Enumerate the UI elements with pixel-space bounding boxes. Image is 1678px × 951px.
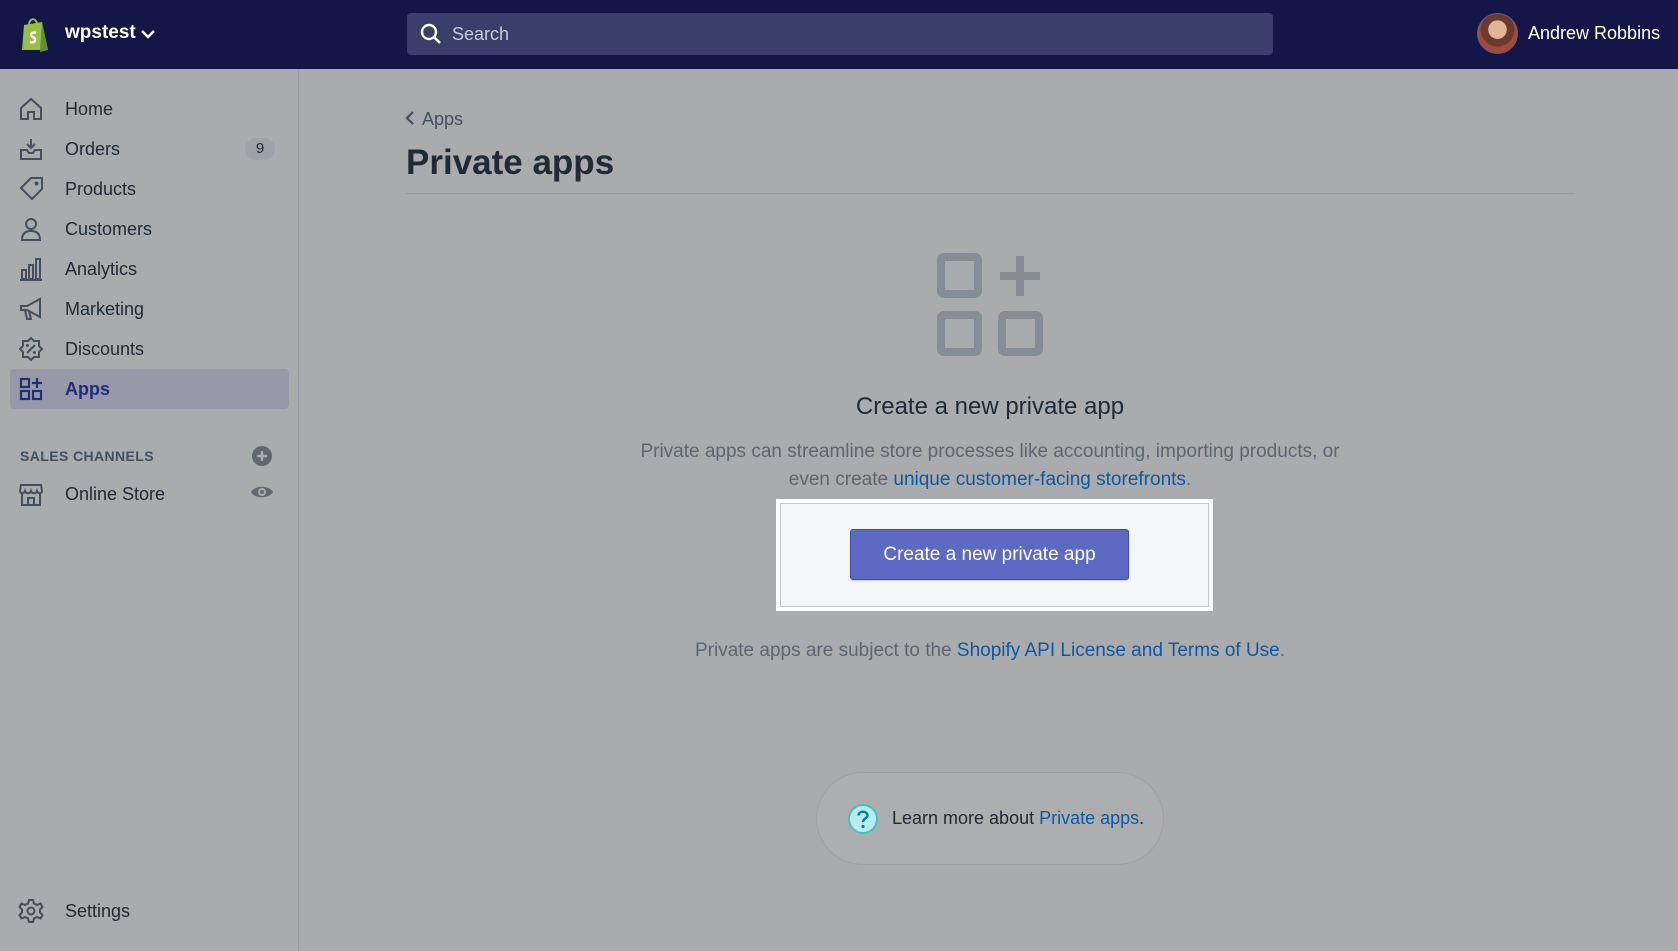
sidebar-item-products[interactable]: Products	[10, 169, 289, 209]
sidebar-item-label: Apps	[65, 379, 110, 399]
sidebar-item-label: Discounts	[65, 339, 145, 359]
sidebar-item-settings[interactable]: Settings	[10, 891, 289, 931]
terms-notice: Private apps are subject to the Shopify …	[600, 640, 1380, 662]
storefronts-link[interactable]: unique customer-facing storefronts	[893, 469, 1186, 490]
search-icon	[420, 23, 441, 44]
empty-state-description: Private apps can streamline store proces…	[620, 438, 1360, 494]
apps-illustration-icon	[937, 253, 1043, 356]
person-icon	[20, 218, 42, 241]
sidebar-item-orders[interactable]: Orders 9	[10, 129, 289, 169]
sidebar-item-label: Online Store	[65, 484, 166, 504]
sidebar-item-label: Marketing	[65, 299, 145, 319]
help-text: Learn more about Private apps.	[892, 808, 1144, 829]
sidebar-item-home[interactable]: Home	[10, 89, 289, 129]
sidebar-item-analytics[interactable]: Analytics	[10, 249, 289, 289]
store-name[interactable]: wpstest	[65, 22, 136, 44]
sidebar-item-label: Home	[65, 99, 114, 119]
search-input[interactable]	[452, 13, 1252, 55]
sales-channels-heading: SALES CHANNELS	[20, 448, 154, 464]
megaphone-icon	[20, 297, 41, 320]
bar-chart-icon	[20, 258, 42, 281]
sidebar-item-customers[interactable]: Customers	[10, 209, 289, 249]
chevron-left-icon	[405, 111, 414, 125]
help-suffix: .	[1139, 808, 1145, 828]
question-circle-icon	[848, 804, 878, 834]
page-title: Private apps	[406, 143, 615, 182]
empty-state-heading: Create a new private app	[855, 393, 1125, 420]
empty-state-suffix: .	[1185, 469, 1192, 490]
private-apps-help-link[interactable]: Private apps	[1039, 808, 1139, 828]
create-private-app-button[interactable]: Create a new private app	[850, 529, 1129, 580]
top-bar: wpstest Andrew Robbins	[0, 0, 1678, 69]
store-icon	[18, 484, 44, 506]
sidebar-item-label: Analytics	[65, 259, 138, 279]
orders-icon	[20, 139, 42, 160]
sidebar-item-discounts[interactable]: Discounts	[10, 329, 289, 369]
sidebar-item-online-store[interactable]: Online Store	[10, 474, 289, 514]
tag-icon	[19, 177, 43, 201]
api-terms-link[interactable]: Shopify API License and Terms of Use	[957, 640, 1280, 661]
discount-icon	[18, 336, 44, 362]
home-icon	[20, 97, 42, 120]
shopify-logo-icon[interactable]	[18, 16, 52, 52]
apps-icon	[19, 377, 43, 401]
breadcrumb-link-apps[interactable]: Apps	[422, 109, 463, 130]
terms-suffix: .	[1279, 640, 1286, 661]
help-footer: Learn more about Private apps.	[816, 772, 1164, 865]
chevron-down-icon[interactable]	[139, 27, 157, 41]
sidebar-item-label: Orders	[65, 139, 121, 159]
gear-icon	[18, 899, 44, 923]
sidebar-item-label: Products	[65, 179, 137, 199]
sidebar-item-label: Settings	[65, 901, 131, 921]
sidebar-item-marketing[interactable]: Marketing	[10, 289, 289, 329]
add-sales-channel-icon[interactable]	[251, 445, 273, 467]
help-prefix: Learn more about	[892, 808, 1040, 828]
user-name[interactable]: Andrew Robbins	[1528, 23, 1660, 44]
sidebar-item-apps[interactable]: Apps	[10, 369, 289, 409]
avatar[interactable]	[1477, 13, 1518, 54]
search-bar[interactable]	[407, 13, 1273, 55]
terms-text: Private apps are subject to the	[694, 640, 957, 661]
title-divider	[406, 193, 1575, 194]
orders-count-badge: 9	[245, 138, 275, 160]
eye-icon[interactable]	[250, 483, 274, 501]
sidebar-item-label: Customers	[65, 219, 153, 239]
sidebar: Home Orders 9 Products Customers Analyti…	[0, 69, 299, 951]
